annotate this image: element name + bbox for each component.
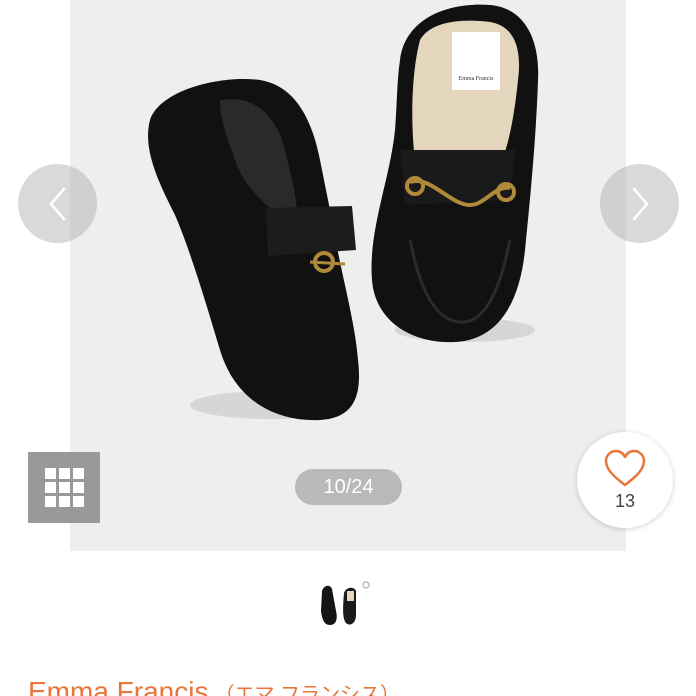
product-image-gallery: Emma Francis 10/24 13 [0, 0, 696, 552]
heart-icon [604, 449, 646, 486]
next-image-button[interactable] [600, 164, 679, 243]
image-counter-current: 10 [323, 476, 346, 498]
image-counter-total: 24 [351, 476, 374, 498]
product-brand[interactable]: Emma Francis （エマ フランシス） [28, 676, 400, 696]
chevron-right-icon [632, 187, 649, 220]
like-button[interactable]: 13 [577, 432, 673, 528]
image-counter: 10/24 [295, 469, 402, 505]
insole-logo-text: Emma Francis [459, 76, 494, 82]
brand-name[interactable]: Emma Francis [28, 676, 208, 696]
thumbnail-strip [0, 575, 696, 645]
previous-image-button[interactable] [18, 164, 97, 243]
like-count: 13 [614, 490, 636, 511]
thumbnail-image [310, 575, 378, 641]
brand-name-kana: （エマ フランシス） [214, 684, 401, 696]
grid-view-button[interactable] [28, 452, 100, 523]
thumbnail-item[interactable] [310, 575, 378, 641]
grid-icon [44, 468, 56, 479]
chevron-left-icon [48, 187, 65, 220]
